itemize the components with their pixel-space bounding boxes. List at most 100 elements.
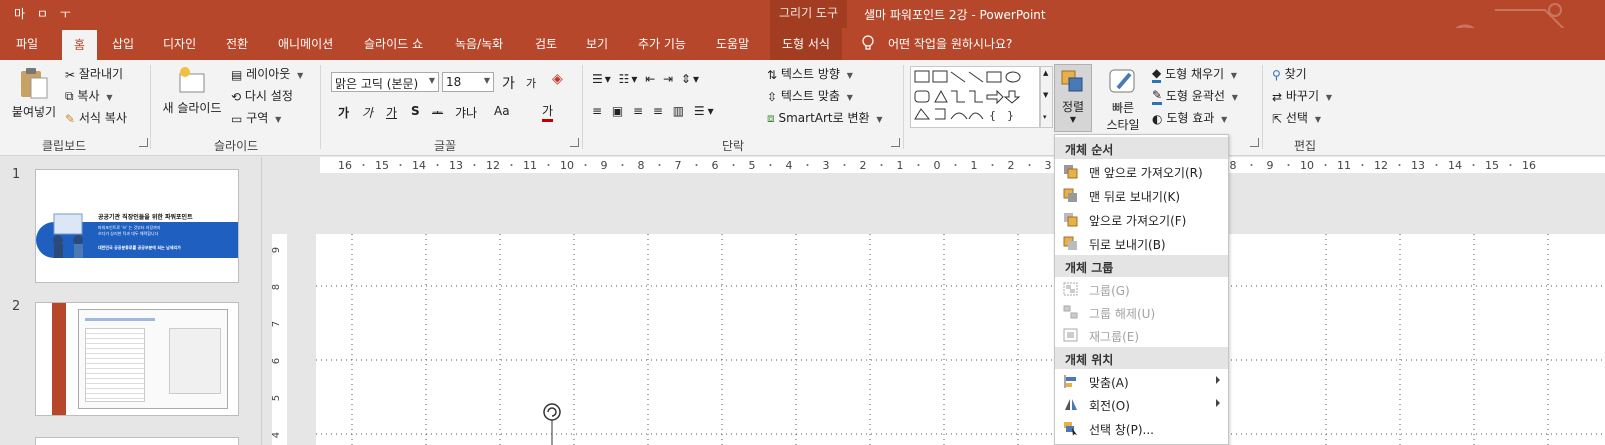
- slide-thumbnail-2[interactable]: [35, 302, 239, 416]
- font-launcher-icon[interactable]: [570, 138, 579, 147]
- tab-shape-format[interactable]: 도형 서식: [770, 28, 842, 60]
- font-name-input[interactable]: 맑은 고딕 (본문) ▼: [331, 72, 439, 92]
- shape-fill-label: 도형 채우기: [1165, 67, 1225, 81]
- tell-me-search[interactable]: 어떤 작업을 원하시나요?: [888, 35, 1012, 52]
- align-text-button[interactable]: ⇳ 텍스트 맞춤 ▼: [767, 87, 853, 104]
- text-direction-label: 텍스트 방향: [780, 67, 840, 81]
- send-backward-item[interactable]: 뒤로 보내기(B): [1055, 232, 1228, 254]
- ruler-dot: [695, 164, 698, 166]
- underline-button[interactable]: 가: [386, 104, 397, 121]
- bullets-icon[interactable]: ☰▾ ☷▾ ⇤ ⇥ ⇕▾: [592, 72, 701, 86]
- arrange-dropdown-menu: 개체 순서 맨 앞으로 가져오기(R) 맨 뒤로 보내기(K) 앞으로 가져오기…: [1054, 134, 1229, 445]
- ruler-dot: [658, 164, 661, 166]
- tab-home[interactable]: 홈: [62, 30, 98, 60]
- italic-button[interactable]: 가: [362, 104, 373, 121]
- arrange-button[interactable]: 정렬 ▼: [1054, 64, 1092, 132]
- send-to-back-item[interactable]: 맨 뒤로 보내기(K): [1055, 184, 1228, 206]
- shape-effects-button[interactable]: ◐ 도형 효과 ▼: [1152, 109, 1227, 126]
- tab-insert[interactable]: 삽입: [112, 35, 134, 52]
- align-item[interactable]: 맞춤(A): [1055, 370, 1228, 392]
- send-to-back-label: 맨 뒤로 보내기(K): [1089, 190, 1181, 204]
- clear-format-icon[interactable]: ◈: [552, 71, 563, 87]
- font-size-input[interactable]: 18 ▼: [442, 72, 494, 92]
- shapes-gallery[interactable]: {}: [910, 66, 1040, 128]
- tab-record[interactable]: 녹음/녹화: [455, 35, 503, 52]
- layout-button[interactable]: ▤ 레이아웃 ▼: [231, 65, 303, 82]
- shrink-font-button[interactable]: 가: [526, 75, 536, 91]
- menu-header-position: 개체 위치: [1055, 347, 1228, 369]
- reset-button[interactable]: ⟲ 다시 설정: [231, 87, 293, 104]
- tab-help[interactable]: 도움말: [716, 35, 749, 52]
- selection-pane-item[interactable]: 선택 창(P)...: [1055, 417, 1228, 439]
- chevron-down-icon: ▼: [876, 115, 883, 124]
- bring-to-front-label: 맨 앞으로 가져오기(R): [1089, 166, 1203, 180]
- bold-button[interactable]: 가: [338, 104, 349, 121]
- ruler-dot: [1509, 164, 1512, 166]
- change-case-button[interactable]: Aa: [494, 104, 510, 118]
- select-button[interactable]: ⇱ 선택 ▼: [1272, 109, 1321, 126]
- shape-outline-button[interactable]: ✎ 도형 윤곽선 ▼: [1152, 87, 1238, 105]
- new-slide-icon: [179, 67, 205, 93]
- tab-slideshow[interactable]: 슬라이드 쇼: [364, 35, 423, 52]
- new-slide-button[interactable]: 새 슬라이드: [160, 66, 224, 116]
- cut-button[interactable]: ✂ 잘라내기: [65, 65, 123, 82]
- quick-styles-button[interactable]: 빠른 스타일: [1100, 66, 1146, 133]
- ruler-tick-label: 6: [712, 159, 719, 172]
- ruler-dot: [843, 164, 846, 166]
- ruler-tick-label: 8: [272, 284, 282, 290]
- paste-label: 붙여넣기: [11, 105, 57, 119]
- find-button[interactable]: ⚲ 찾기: [1272, 65, 1307, 82]
- ruler-tick-label: 11: [523, 159, 537, 172]
- rotate-item[interactable]: 회전(O): [1055, 393, 1228, 415]
- bring-forward-item[interactable]: 앞으로 가져오기(F): [1055, 208, 1228, 230]
- group-icon: [1063, 282, 1078, 296]
- gallery-scrollbar[interactable]: ▲ ▼ ▾: [1040, 66, 1053, 128]
- slide-thumbnail-3[interactable]: [35, 437, 239, 445]
- grow-font-button[interactable]: 가: [502, 73, 515, 93]
- slide-canvas[interactable]: [316, 234, 1605, 445]
- text-direction-button[interactable]: ⇅ 텍스트 방향 ▼: [767, 65, 853, 82]
- copy-button[interactable]: ⧉ 복사 ▼: [65, 87, 112, 104]
- tab-design[interactable]: 디자인: [163, 35, 196, 52]
- clipboard-launcher-icon[interactable]: [139, 138, 148, 147]
- ruler-tick-label: 9: [272, 247, 282, 253]
- char-spacing-button[interactable]: 갸나: [455, 104, 477, 121]
- group-item[interactable]: 그룹(G): [1055, 278, 1228, 300]
- group-label-editing: 편집: [1294, 139, 1317, 153]
- smartart-button[interactable]: ⧈ SmartArt로 변환 ▼: [767, 109, 883, 126]
- ungroup-item[interactable]: 그룹 해제(U): [1055, 301, 1228, 323]
- strikethrough-button[interactable]: ᆂ: [432, 104, 443, 121]
- group-label-font: 글꼴: [434, 139, 457, 153]
- align-icons[interactable]: ≡ ▣ ≡ ≡ ▥ ☰▾: [592, 104, 717, 118]
- tab-file[interactable]: 파일: [16, 35, 38, 52]
- tab-review[interactable]: 검토: [535, 35, 557, 52]
- tab-addins[interactable]: 추가 기능: [638, 35, 686, 52]
- quick-access-toolbar[interactable]: 마 ㅁ ㅜ: [14, 5, 75, 22]
- ruler-tick-label: 5: [272, 395, 282, 401]
- replace-button[interactable]: ⇄ 바꾸기 ▼: [1272, 87, 1332, 104]
- paste-button[interactable]: 붙여넣기: [10, 66, 58, 120]
- font-color-button[interactable]: 가: [542, 102, 554, 122]
- tab-transitions[interactable]: 전환: [226, 35, 248, 52]
- ribbon-home: 붙여넣기 ✂ 잘라내기 ⧉ 복사 ▼ ✎ 서식 복사 클립보드 새 슬라이드 ▤…: [0, 60, 1605, 156]
- tab-view[interactable]: 보기: [586, 35, 608, 52]
- shadow-button[interactable]: S: [411, 104, 420, 118]
- horizontal-ruler: 1615141312111098765432101234567891011121…: [320, 157, 1605, 173]
- tab-animations[interactable]: 애니메이션: [278, 35, 333, 52]
- search-icon: ⚲: [1272, 67, 1281, 82]
- bring-to-front-item[interactable]: 맨 앞으로 가져오기(R): [1055, 160, 1228, 182]
- slide-thumbnail-1[interactable]: 공공기관 직장인들을 위한 파워포인트 파워포인트로 '쓰' 는 것부터 저장까…: [35, 169, 239, 283]
- group-label-clipboard: 클립보드: [42, 139, 87, 153]
- shape-fill-button[interactable]: ◆ 도형 채우기 ▼: [1152, 65, 1237, 83]
- ungroup-label: 그룹 해제(U): [1089, 307, 1156, 321]
- smartart-icon: ⧈: [767, 111, 775, 125]
- format-painter-button[interactable]: ✎ 서식 복사: [65, 109, 127, 126]
- drawing-launcher-icon[interactable]: [1250, 138, 1259, 147]
- chevron-down-icon: ▼: [1230, 71, 1238, 80]
- section-button[interactable]: ▭ 구역 ▼: [231, 109, 281, 126]
- rotate-handle-icon[interactable]: [538, 402, 566, 445]
- regroup-item[interactable]: 재그룹(E): [1055, 324, 1228, 346]
- chevron-down-icon: ▼: [846, 93, 853, 102]
- cut-label: 잘라내기: [78, 67, 124, 81]
- paragraph-launcher-icon[interactable]: [891, 138, 900, 147]
